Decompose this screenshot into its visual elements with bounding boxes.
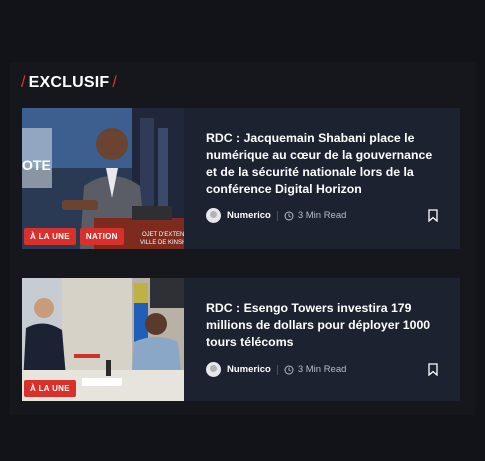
read-time: 3 Min Read [297,210,347,221]
svg-text:OTE: OTE [22,157,51,173]
article-thumbnail[interactable]: OJET D'EXTENSION VILLE DE KINSHASA OTE À… [22,108,184,249]
article-badges: À LA UNE [24,380,76,397]
bookmark-icon[interactable] [428,209,438,222]
article-meta: Numerico 3 Min Read [206,208,438,223]
article-title[interactable]: RDC : Esengo Towers investira 179 millio… [206,300,438,351]
clock-icon [284,211,294,221]
meta-divider [276,364,278,375]
article-thumbnail[interactable]: À LA UNE [22,278,184,401]
author-name[interactable]: Numerico [227,364,271,375]
svg-text:OJET D'EXTENSION: OJET D'EXTENSION [142,232,184,238]
badge-a-la-une[interactable]: À LA UNE [24,228,76,245]
article-title[interactable]: RDC : Jacquemain Shabani place le numéri… [206,130,438,198]
read-time: 3 Min Read [297,364,347,375]
badge-a-la-une[interactable]: À LA UNE [24,380,76,397]
article-card[interactable]: OJET D'EXTENSION VILLE DE KINSHASA OTE À… [22,108,460,249]
article-content: RDC : Jacquemain Shabani place le numéri… [184,108,460,249]
slash-decoration: / [112,74,118,91]
article-badges: À LA UNE NATION [24,228,124,245]
badge-nation[interactable]: NATION [79,228,124,245]
section-title-text: EXCLUSIF [28,74,110,91]
slash-decoration: / [21,74,26,91]
clock-icon [284,365,294,375]
meta-divider [276,210,278,221]
bookmark-icon[interactable] [428,363,438,376]
author-avatar[interactable] [206,208,221,223]
section-title: / EXCLUSIF / [18,74,120,92]
author-avatar[interactable] [206,362,221,377]
article-card[interactable]: À LA UNE RDC : Esengo Towers investira 1… [22,278,460,401]
svg-text:VILLE DE KINSHASA: VILLE DE KINSHASA [140,240,184,246]
author-name[interactable]: Numerico [227,210,271,221]
article-content: RDC : Esengo Towers investira 179 millio… [184,278,460,401]
article-meta: Numerico 3 Min Read [206,362,438,377]
